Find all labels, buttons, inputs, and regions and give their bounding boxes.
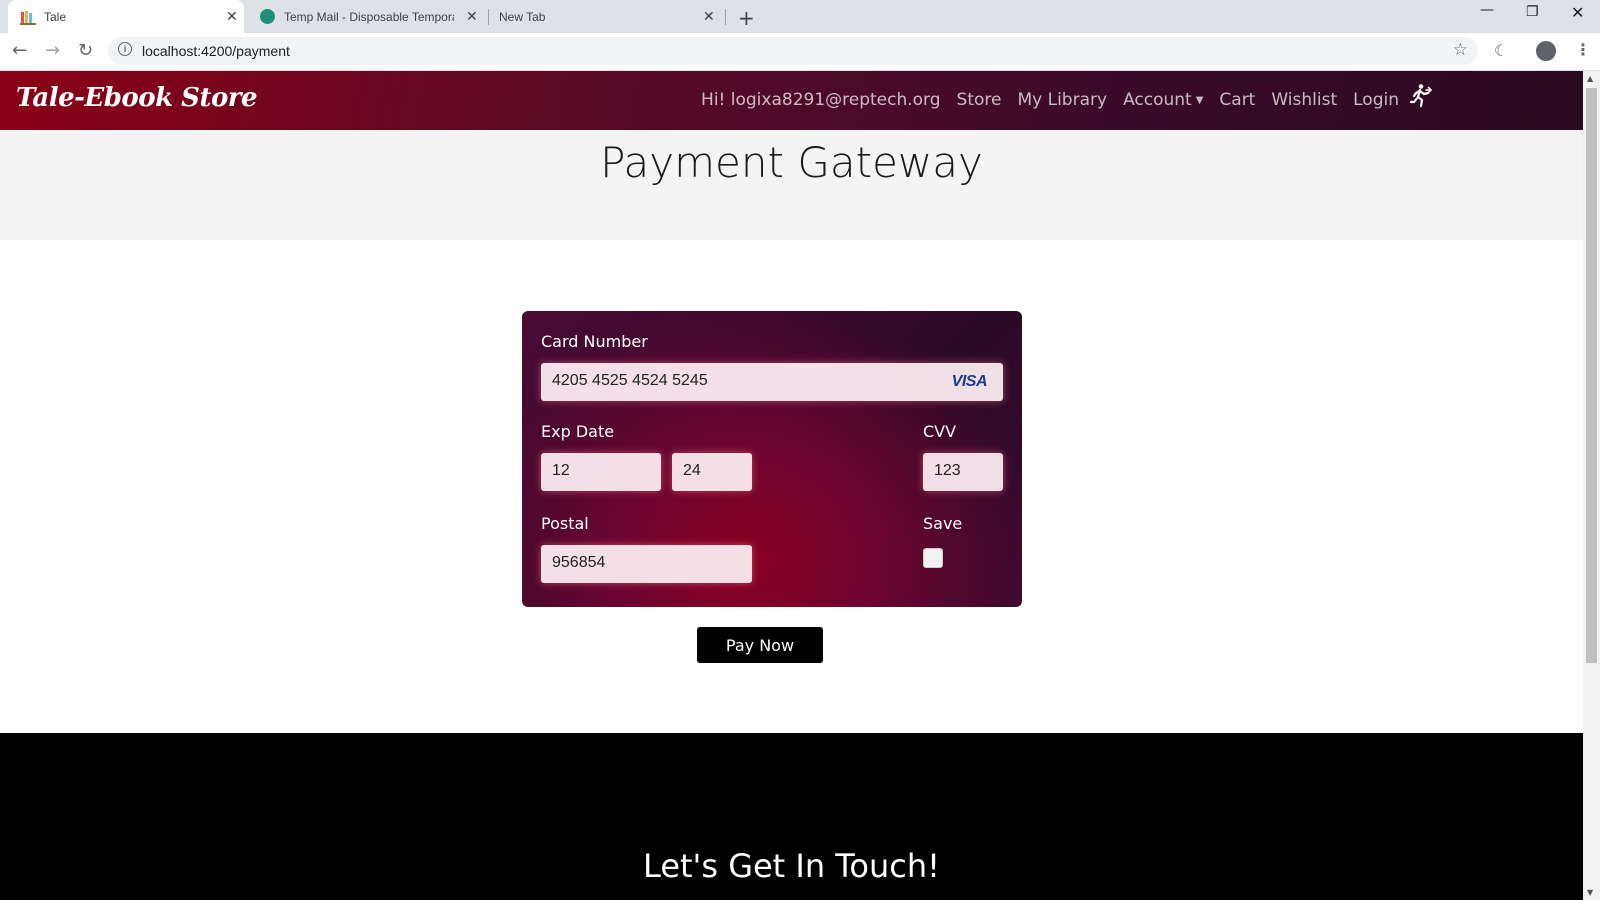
- user-greeting: Hi! logixa8291@reptech.org: [701, 90, 941, 110]
- reload-icon[interactable]: ↻: [78, 40, 93, 61]
- nav-account-label: Account: [1123, 90, 1192, 110]
- tab-title: Tale: [44, 9, 67, 24]
- page-header: Payment Gateway: [0, 130, 1583, 240]
- window-close-icon[interactable]: ✕: [1571, 3, 1584, 22]
- nav-library-link[interactable]: My Library: [1017, 90, 1107, 110]
- forward-arrow-icon[interactable]: →: [45, 40, 60, 61]
- page-title: Payment Gateway: [600, 138, 983, 187]
- brand-logo[interactable]: Tale-Ebook Store: [16, 83, 258, 113]
- tab-temp-mail[interactable]: Temp Mail - Disposable Tempora ✕: [252, 0, 480, 33]
- page-viewport: Tale-Ebook Store Hi! logixa8291@reptech.…: [0, 71, 1583, 900]
- address-bar-url[interactable]: localhost:4200/payment: [142, 43, 290, 59]
- nav-store-link[interactable]: Store: [957, 90, 1002, 110]
- cvv-input[interactable]: 123: [923, 453, 1003, 491]
- site-navbar: Tale-Ebook Store Hi! logixa8291@reptech.…: [0, 71, 1583, 130]
- tab-new-tab[interactable]: New Tab ✕: [489, 0, 717, 33]
- postal-input[interactable]: 956854: [541, 545, 752, 583]
- footer-heading: Let's Get In Touch!: [643, 847, 940, 885]
- extension-icon[interactable]: ☾: [1494, 41, 1508, 60]
- nav-cart-link[interactable]: Cart: [1219, 90, 1255, 110]
- save-checkbox[interactable]: [923, 548, 943, 568]
- tab-tale[interactable]: Tale ✕: [8, 0, 244, 33]
- browser-toolbar: ← → ↻ i localhost:4200/payment ☆ ☾: [0, 33, 1600, 71]
- exp-date-label: Exp Date: [541, 422, 615, 441]
- page-scrollbar[interactable]: ▲ ▼: [1583, 71, 1600, 900]
- nav-wishlist-link[interactable]: Wishlist: [1271, 90, 1337, 110]
- save-label: Save: [923, 514, 963, 533]
- cvv-label: CVV: [923, 422, 957, 441]
- restore-icon[interactable]: ❐: [1526, 4, 1539, 20]
- caret-down-icon: ▼: [1195, 94, 1204, 106]
- visa-logo-icon: VISA: [951, 373, 988, 390]
- temp-mail-favicon-icon: [260, 9, 275, 24]
- new-tab-plus-icon[interactable]: +: [738, 6, 755, 30]
- scroll-up-arrow-icon[interactable]: ▲: [1587, 74, 1593, 83]
- back-arrow-icon[interactable]: ←: [12, 40, 27, 61]
- tab-separator: [725, 9, 726, 25]
- running-man-icon[interactable]: [1407, 83, 1433, 109]
- pay-now-button[interactable]: Pay Now: [697, 627, 823, 663]
- bookmark-star-icon[interactable]: ☆: [1453, 40, 1468, 60]
- bookstore-favicon-icon: [20, 9, 36, 25]
- footer: Let's Get In Touch!: [0, 733, 1583, 900]
- profile-avatar-icon[interactable]: [1536, 41, 1556, 61]
- exp-year-input[interactable]: 24: [672, 453, 752, 491]
- postal-label: Postal: [541, 514, 589, 533]
- close-icon[interactable]: ✕: [226, 8, 238, 25]
- tab-title: New Tab: [499, 9, 546, 24]
- tab-title: Temp Mail - Disposable Tempora: [284, 9, 454, 24]
- nav-links: Hi! logixa8291@reptech.org Store My Libr…: [701, 83, 1583, 115]
- browser-menu-icon[interactable]: ⋮: [1575, 40, 1591, 59]
- card-number-input[interactable]: 4205 4525 4524 5245 VISA: [541, 363, 1003, 401]
- payment-card-form: Card Number 4205 4525 4524 5245 VISA Exp…: [522, 311, 1022, 607]
- browser-tabstrip: Tale ✕ Temp Mail - Disposable Tempora ✕ …: [0, 0, 1600, 33]
- card-number-label: Card Number: [541, 332, 648, 351]
- card-number-value: 4205 4525 4524 5245: [552, 372, 708, 389]
- exp-month-input[interactable]: 12: [541, 453, 661, 491]
- minimize-icon[interactable]: —: [1480, 2, 1494, 18]
- close-icon[interactable]: ✕: [466, 8, 478, 25]
- nav-login-link[interactable]: Login: [1353, 90, 1399, 110]
- close-icon[interactable]: ✕: [703, 8, 715, 25]
- address-bar[interactable]: i localhost:4200/payment ☆: [108, 37, 1478, 65]
- scrollbar-thumb[interactable]: [1586, 88, 1597, 663]
- site-info-icon[interactable]: i: [118, 42, 132, 56]
- scroll-down-arrow-icon[interactable]: ▼: [1587, 888, 1593, 897]
- nav-account-dropdown[interactable]: Account ▼: [1123, 90, 1203, 110]
